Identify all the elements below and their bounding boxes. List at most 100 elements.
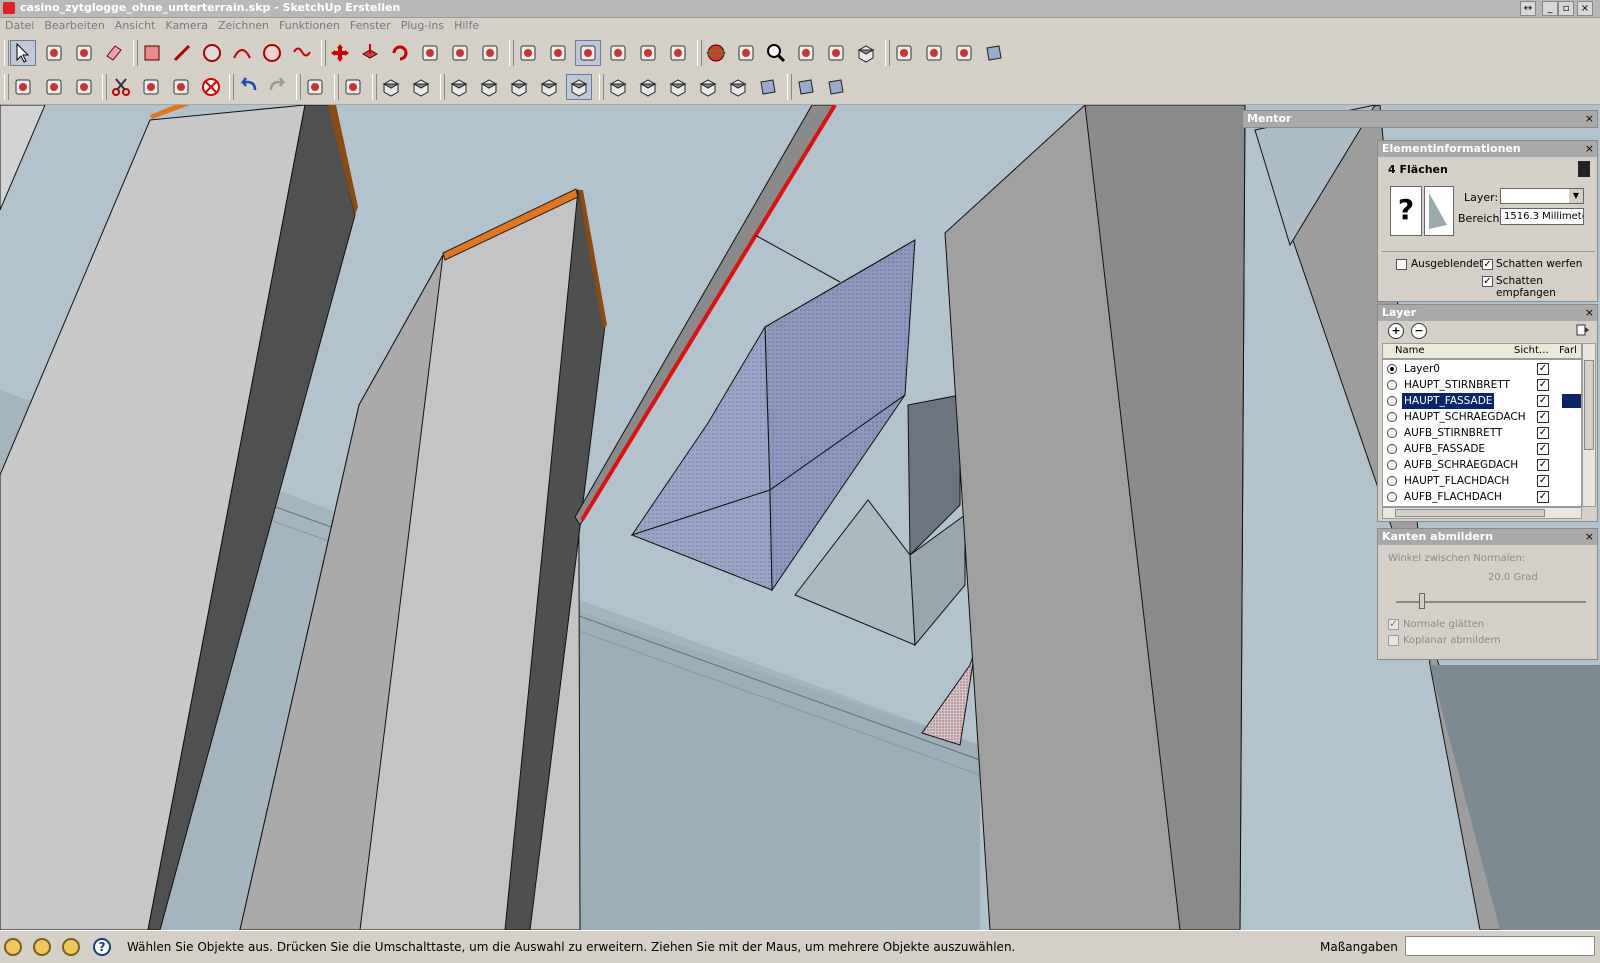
menu-fenster[interactable]: Fenster [345, 18, 396, 33]
eraser-icon[interactable] [101, 40, 127, 66]
menu-ansicht[interactable]: Ansicht [110, 18, 161, 33]
toolbar-grip[interactable] [133, 40, 138, 66]
copyright-icon[interactable] [62, 938, 80, 956]
menu-funktionen[interactable]: Funktionen [274, 18, 345, 33]
pencil-icon[interactable] [169, 40, 195, 66]
layer-active-radio[interactable] [1387, 492, 1397, 502]
drawing-viewport[interactable] [0, 105, 1600, 930]
layer-color-swatch[interactable] [1562, 442, 1581, 456]
layer-color-swatch[interactable] [1562, 410, 1581, 424]
minimize-button[interactable]: _ [1542, 1, 1558, 16]
mentor-close-button[interactable]: × [1585, 111, 1594, 127]
layer-row[interactable]: AUFB_STIRNBRETT ✓ [1387, 425, 1581, 441]
display-cuts-icon[interactable] [823, 74, 849, 100]
menu-kamera[interactable]: Kamera [160, 18, 213, 33]
toolbar-grip[interactable] [296, 74, 301, 100]
paste-icon[interactable] [168, 74, 194, 100]
front-view-icon[interactable] [635, 74, 661, 100]
iso-view-icon[interactable] [566, 74, 592, 100]
print-icon[interactable] [302, 74, 328, 100]
dimension-icon[interactable] [545, 40, 571, 66]
layer-row[interactable]: HAUPT_FASSADE ✓ [1387, 392, 1581, 410]
model-scene[interactable] [0, 105, 1600, 930]
polygon-icon[interactable] [259, 40, 285, 66]
maximize-button[interactable]: ▫ [1558, 1, 1574, 16]
wireframe-icon[interactable] [408, 74, 434, 100]
col-name-header[interactable]: Name [1395, 344, 1425, 358]
layer-active-radio[interactable] [1387, 460, 1397, 470]
layer-active-radio[interactable] [1387, 364, 1397, 374]
protractor-icon[interactable] [575, 40, 601, 66]
toolbar-grip[interactable] [229, 74, 234, 100]
layer-name[interactable]: HAUPT_SCHRAEGDACH [1402, 409, 1528, 425]
zoom-extents-icon[interactable] [823, 40, 849, 66]
walk-icon[interactable] [951, 40, 977, 66]
menu-hilfe[interactable]: Hilfe [449, 18, 484, 33]
layer-list-hscrollbar[interactable] [1382, 507, 1582, 519]
toolbar-grip[interactable] [334, 74, 339, 100]
layer-row[interactable]: HAUPT_FLACHDACH ✓ [1387, 473, 1581, 489]
close-window-button[interactable]: × [1577, 1, 1593, 16]
scroll-thumb[interactable] [1584, 360, 1594, 450]
3d-text-icon[interactable] [665, 40, 691, 66]
layer-visible-checkbox[interactable]: ✓ [1537, 491, 1549, 503]
layer-active-radio[interactable] [1387, 412, 1397, 422]
redo-icon[interactable] [265, 74, 291, 100]
coplanar-checkbox[interactable] [1388, 635, 1399, 646]
open-icon[interactable] [41, 74, 67, 100]
toolbar-grip[interactable] [509, 40, 514, 66]
toolbar-grip[interactable] [440, 74, 445, 100]
previous-view-icon[interactable] [853, 40, 879, 66]
help-icon[interactable]: ? [93, 938, 111, 956]
save-icon[interactable] [71, 74, 97, 100]
hidden-line-icon[interactable] [446, 74, 472, 100]
toolbar-grip[interactable] [599, 74, 604, 100]
cast-shadows-checkbox[interactable]: ✓ [1482, 259, 1493, 270]
follow-me-icon[interactable] [417, 40, 443, 66]
add-layer-icon[interactable]: + [1388, 323, 1404, 339]
display-section-icon[interactable] [793, 74, 819, 100]
layer-color-swatch[interactable] [1562, 426, 1581, 440]
layer-visible-checkbox[interactable]: ✓ [1537, 395, 1549, 407]
layer-visible-checkbox[interactable]: ✓ [1537, 443, 1549, 455]
hscroll-thumb[interactable] [1395, 509, 1545, 517]
model-info-icon[interactable] [340, 74, 366, 100]
rotate-icon[interactable] [387, 40, 413, 66]
layer-name[interactable]: HAUPT_STIRNBRETT [1402, 377, 1512, 393]
position-camera-icon[interactable] [891, 40, 917, 66]
layer-name[interactable]: AUFB_FLACHDACH [1402, 489, 1504, 505]
receive-shadows-checkbox[interactable]: ✓ [1482, 276, 1493, 287]
layer-color-swatch[interactable] [1562, 490, 1581, 504]
tape-measure-icon[interactable] [515, 40, 541, 66]
layer-color-swatch[interactable] [1562, 474, 1581, 488]
shaded-textures-icon[interactable] [506, 74, 532, 100]
layer-list-vscrollbar[interactable] [1582, 343, 1596, 507]
layer-visible-checkbox[interactable]: ✓ [1537, 363, 1549, 375]
toolbar-grip[interactable] [372, 74, 377, 100]
layer-name[interactable]: HAUPT_FLACHDACH [1402, 473, 1511, 489]
toolbar-grip[interactable] [697, 40, 702, 66]
cut-icon[interactable] [108, 74, 134, 100]
angle-slider-thumb[interactable] [1418, 593, 1425, 609]
menu-bearbeiten[interactable]: Bearbeiten [39, 18, 109, 33]
layer-name[interactable]: HAUPT_FASSADE [1400, 392, 1496, 410]
freehand-icon[interactable] [289, 40, 315, 66]
col-color-header[interactable]: Farl [1559, 344, 1577, 358]
layer-row[interactable]: AUFB_SCHRAEGDACH ✓ [1387, 457, 1581, 473]
toolbar-grip[interactable] [4, 74, 9, 100]
layer-row[interactable]: HAUPT_STIRNBRETT ✓ [1387, 377, 1581, 393]
layer-active-radio[interactable] [1387, 444, 1397, 454]
layer-visible-checkbox[interactable]: ✓ [1537, 427, 1549, 439]
layer-select[interactable]: ▼ [1500, 188, 1584, 204]
zoom-window-icon[interactable] [793, 40, 819, 66]
arc-icon[interactable] [229, 40, 255, 66]
rectangle-icon[interactable] [139, 40, 165, 66]
layer-name[interactable]: AUFB_FASSADE [1402, 441, 1487, 457]
paint-bucket-icon[interactable] [71, 40, 97, 66]
shaded-icon[interactable] [476, 74, 502, 100]
layer-visible-checkbox[interactable]: ✓ [1537, 459, 1549, 471]
layer-row[interactable]: HAUPT_SCHRAEGDACH ✓ [1387, 409, 1581, 425]
select-icon[interactable] [10, 40, 36, 66]
section-cuts-icon[interactable] [755, 74, 781, 100]
restore-split-button[interactable]: ↔ [1520, 1, 1536, 16]
